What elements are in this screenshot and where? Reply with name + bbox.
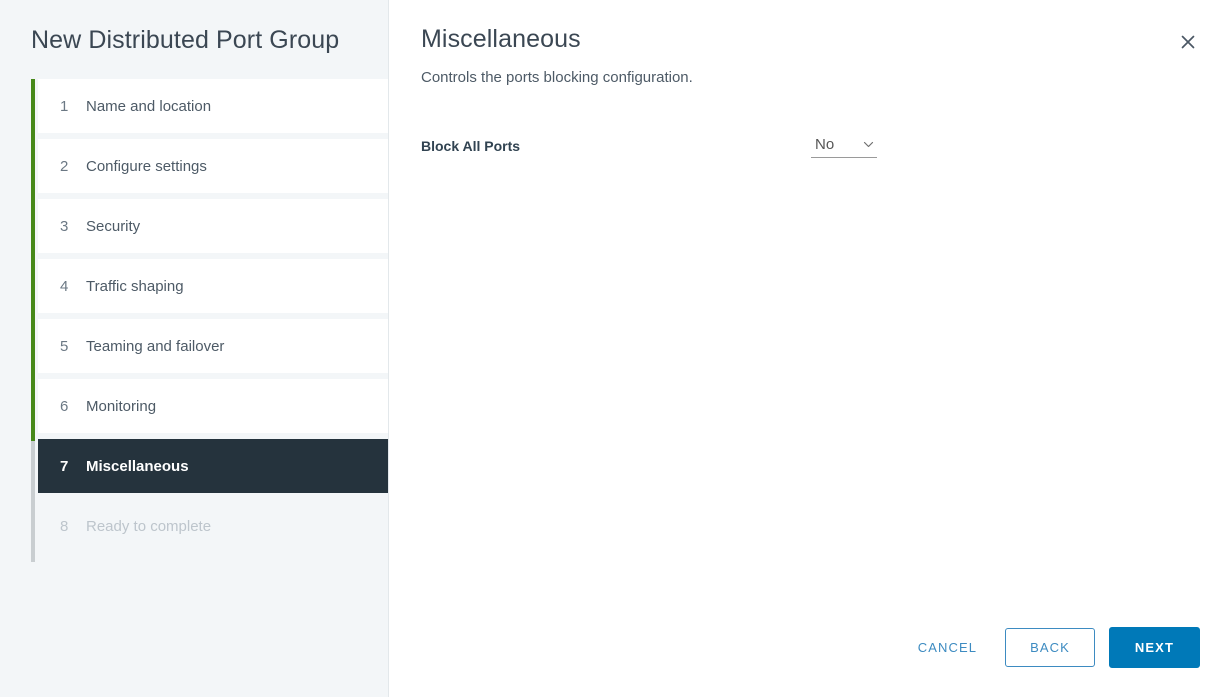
block-all-ports-row: Block All Ports No <box>421 134 1224 158</box>
step-number: 3 <box>60 217 69 235</box>
page-subtitle: Controls the ports blocking configuratio… <box>421 69 693 86</box>
close-button[interactable] <box>1174 28 1202 56</box>
sidebar-step-name-and-location[interactable]: 1 Name and location <box>38 79 388 133</box>
step-label: Miscellaneous <box>86 457 189 475</box>
step-label: Traffic shaping <box>86 277 184 295</box>
step-number: 5 <box>60 337 69 355</box>
step-number: 2 <box>60 157 69 175</box>
wizard-main-panel: Miscellaneous Controls the ports blockin… <box>389 0 1224 697</box>
block-all-ports-select[interactable]: No <box>811 134 877 158</box>
page-title: Miscellaneous <box>421 25 581 53</box>
sidebar-step-traffic-shaping[interactable]: 4 Traffic shaping <box>38 259 388 313</box>
block-all-ports-value: No <box>815 136 835 153</box>
wizard-sidebar: New Distributed Port Group 1 Name and lo… <box>0 0 389 697</box>
step-number: 1 <box>60 97 69 115</box>
close-icon <box>1179 33 1197 51</box>
step-number: 4 <box>60 277 69 295</box>
sidebar-step-security[interactable]: 3 Security <box>38 199 388 253</box>
sidebar-step-teaming-and-failover[interactable]: 5 Teaming and failover <box>38 319 388 373</box>
block-all-ports-label: Block All Ports <box>421 138 521 154</box>
next-button[interactable]: NEXT <box>1108 627 1200 668</box>
step-number: 8 <box>60 517 69 535</box>
wizard-footer: CANCEL BACK NEXT <box>904 627 1200 668</box>
step-number: 6 <box>60 397 69 415</box>
wizard-title: New Distributed Port Group <box>31 26 340 54</box>
step-label: Teaming and failover <box>86 337 225 355</box>
chevron-down-icon <box>862 138 875 151</box>
step-label: Security <box>86 217 141 235</box>
sidebar-step-configure-settings[interactable]: 2 Configure settings <box>38 139 388 193</box>
sidebar-step-monitoring[interactable]: 6 Monitoring <box>38 379 388 433</box>
step-label: Monitoring <box>86 397 157 415</box>
step-label: Configure settings <box>86 157 207 175</box>
step-label: Ready to complete <box>86 517 212 535</box>
sidebar-step-miscellaneous[interactable]: 7 Miscellaneous <box>38 439 388 493</box>
step-number: 7 <box>60 457 69 475</box>
cancel-button[interactable]: CANCEL <box>904 630 991 665</box>
settings-form: Block All Ports No <box>389 86 1224 158</box>
wizard-dialog: New Distributed Port Group 1 Name and lo… <box>0 0 1224 697</box>
sidebar-step-ready-to-complete: 8 Ready to complete <box>38 499 388 553</box>
step-label: Name and location <box>86 97 212 115</box>
back-button[interactable]: BACK <box>1005 628 1095 667</box>
wizard-steps-list: 1 Name and location 2 Configure settings… <box>0 79 388 562</box>
progress-fill-completed <box>31 79 35 441</box>
